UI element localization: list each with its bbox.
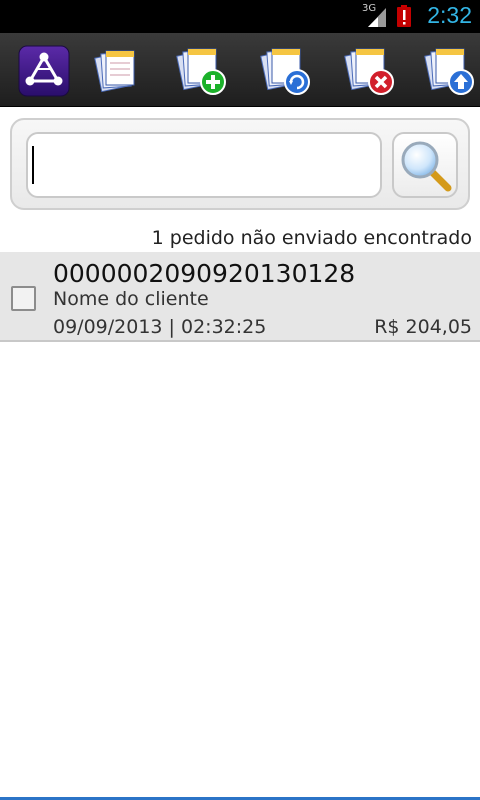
app-logo-icon[interactable] (18, 45, 70, 97)
new-order-icon[interactable] (176, 45, 228, 97)
magnifier-icon (401, 141, 452, 192)
battery-alert-icon (397, 5, 411, 27)
order-id: 0000002090920130128 (53, 259, 356, 288)
order-datetime: 09/09/2013 | 02:32:25 (53, 316, 267, 338)
text-cursor (32, 146, 34, 184)
result-count: 1 pedido não enviado encontrado (151, 227, 472, 249)
toolbar (0, 33, 480, 107)
status-bar: 3G 2:32 (0, 0, 480, 33)
sync-orders-icon[interactable] (260, 45, 312, 97)
search-caret-wrap (26, 132, 382, 198)
list-item[interactable]: 0000002090920130128 Nome do cliente 09/0… (0, 252, 480, 342)
send-order-icon[interactable] (424, 45, 476, 97)
order-amount: R$ 204,05 (374, 316, 472, 338)
search-bar (10, 118, 470, 210)
clock: 2:32 (427, 2, 472, 28)
delete-order-icon[interactable] (344, 45, 396, 97)
client-name: Nome do cliente (53, 288, 209, 310)
orders-icon[interactable] (92, 45, 144, 97)
signal-icon (368, 8, 386, 27)
order-checkbox[interactable] (11, 286, 36, 311)
search-button[interactable] (392, 132, 458, 198)
